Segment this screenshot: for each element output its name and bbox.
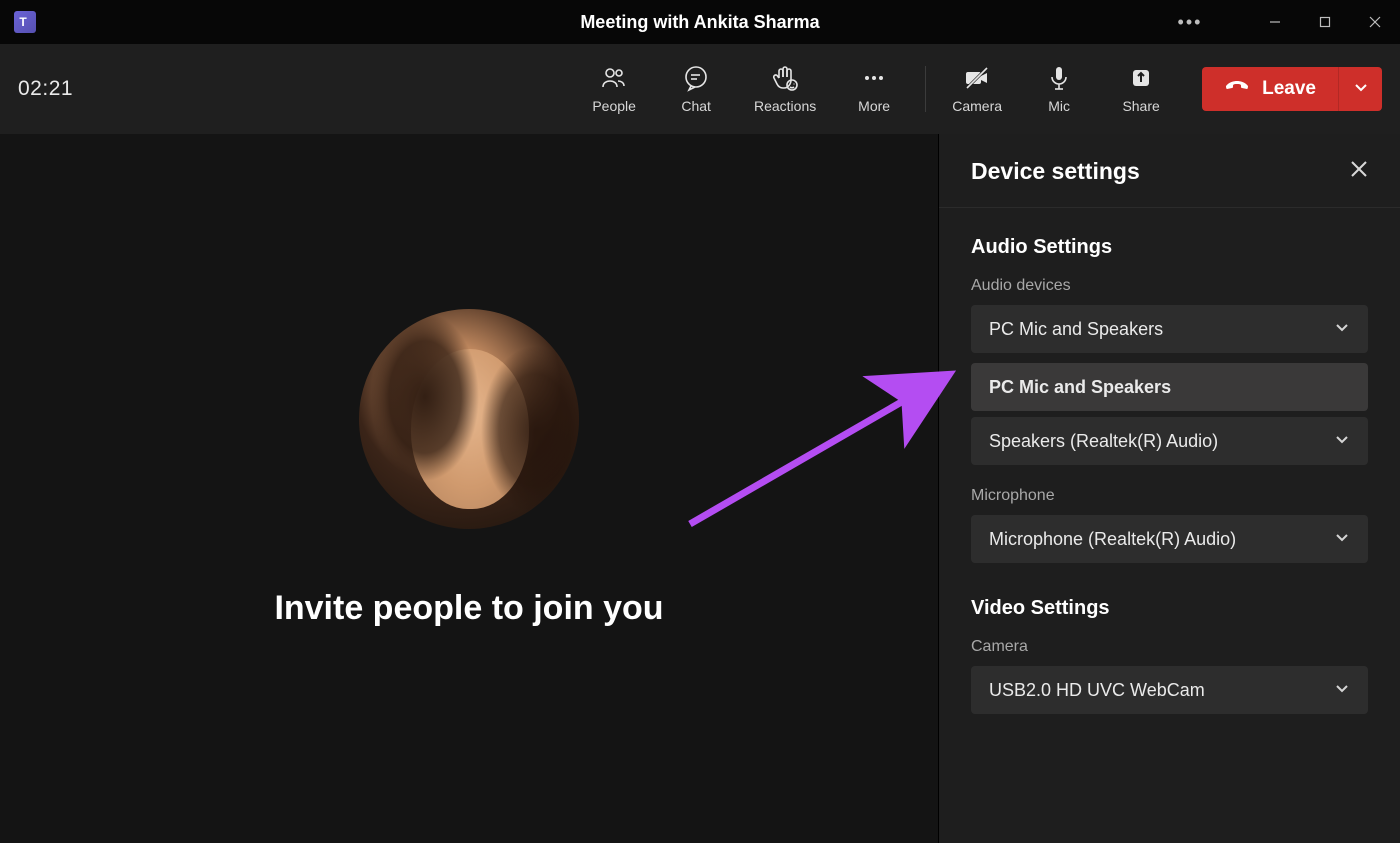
window-title: Meeting with Ankita Sharma <box>580 12 819 33</box>
audio-device-option-selected[interactable]: PC Mic and Speakers <box>971 363 1368 411</box>
people-button[interactable]: People <box>573 44 655 134</box>
chevron-down-icon <box>1334 529 1350 550</box>
title-bar: Meeting with Ankita Sharma ••• <box>0 0 1400 44</box>
audio-device-select[interactable]: PC Mic and Speakers <box>971 305 1368 353</box>
reactions-button[interactable]: Reactions <box>737 44 833 134</box>
window-minimize-button[interactable] <box>1250 0 1300 44</box>
mic-toggle[interactable]: Mic <box>1018 44 1100 134</box>
microphone-label: Microphone <box>971 487 1368 505</box>
meeting-stage: Invite people to join you <box>0 134 938 843</box>
window-maximize-button[interactable] <box>1300 0 1350 44</box>
camera-label: Camera <box>952 98 1002 114</box>
camera-select[interactable]: USB2.0 HD UVC WebCam <box>971 666 1368 714</box>
more-icon <box>860 64 888 92</box>
panel-close-button[interactable] <box>1350 160 1368 183</box>
share-button[interactable]: Share <box>1100 44 1182 134</box>
camera-off-icon <box>963 64 991 92</box>
audio-device-value: PC Mic and Speakers <box>989 319 1163 340</box>
device-settings-panel: Device settings Audio Settings Audio dev… <box>938 134 1400 843</box>
window-close-button[interactable] <box>1350 0 1400 44</box>
share-icon <box>1127 64 1155 92</box>
people-label: People <box>592 98 636 114</box>
video-settings-heading: Video Settings <box>971 597 1368 620</box>
annotation-arrow <box>680 359 970 544</box>
toolbar-divider <box>925 66 926 112</box>
invite-prompt: Invite people to join you <box>274 589 663 628</box>
chevron-down-icon <box>1334 431 1350 452</box>
participant-avatar <box>359 309 579 529</box>
more-button[interactable]: More <box>833 44 915 134</box>
option-label: PC Mic and Speakers <box>989 377 1171 398</box>
hand-icon <box>771 64 799 92</box>
leave-button[interactable]: Leave <box>1202 67 1338 111</box>
reactions-label: Reactions <box>754 98 816 114</box>
mic-label: Mic <box>1048 98 1070 114</box>
microphone-value: Microphone (Realtek(R) Audio) <box>989 529 1236 550</box>
meeting-timer: 02:21 <box>18 77 73 101</box>
chevron-down-icon <box>1353 79 1369 100</box>
panel-title: Device settings <box>971 158 1140 185</box>
leave-label: Leave <box>1262 78 1316 100</box>
close-icon <box>1350 165 1368 182</box>
leave-icon <box>1224 73 1250 105</box>
chat-icon <box>682 64 710 92</box>
people-icon <box>600 64 628 92</box>
camera-value: USB2.0 HD UVC WebCam <box>989 680 1205 701</box>
speaker-value: Speakers (Realtek(R) Audio) <box>989 431 1218 452</box>
chat-button[interactable]: Chat <box>655 44 737 134</box>
audio-devices-label: Audio devices <box>971 277 1368 295</box>
chat-label: Chat <box>681 98 711 114</box>
camera-label: Camera <box>971 638 1368 656</box>
speaker-select[interactable]: Speakers (Realtek(R) Audio) <box>971 417 1368 465</box>
leave-options-button[interactable] <box>1338 67 1382 111</box>
teams-app-icon <box>14 11 36 33</box>
microphone-select[interactable]: Microphone (Realtek(R) Audio) <box>971 515 1368 563</box>
titlebar-more-menu[interactable]: ••• <box>1170 12 1210 33</box>
chevron-down-icon <box>1334 680 1350 701</box>
chevron-down-icon <box>1334 319 1350 340</box>
audio-settings-heading: Audio Settings <box>971 236 1368 259</box>
mic-icon <box>1045 64 1073 92</box>
share-label: Share <box>1122 98 1159 114</box>
more-label: More <box>858 98 890 114</box>
camera-toggle[interactable]: Camera <box>936 44 1018 134</box>
meeting-toolbar: 02:21 People Chat Reactions More <box>0 44 1400 134</box>
